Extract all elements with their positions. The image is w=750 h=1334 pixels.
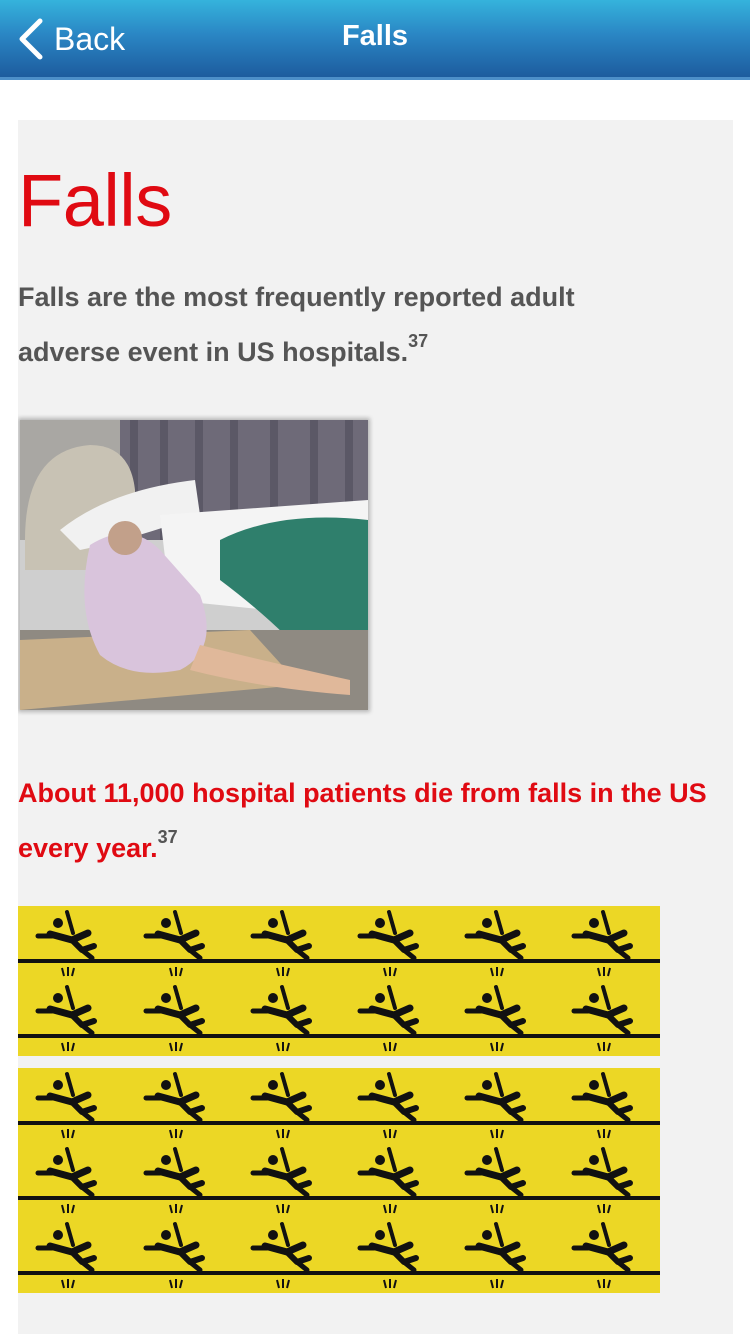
falling-person-icon (568, 1218, 638, 1293)
falling-person-icon (247, 1143, 317, 1218)
falling-person-icon (32, 1143, 102, 1218)
falling-person-icon (461, 1068, 531, 1143)
caution-tape-row (18, 1068, 660, 1143)
falling-person-icon (247, 1068, 317, 1143)
falling-person-icon (568, 1143, 638, 1218)
caution-tape-line (18, 1196, 660, 1200)
statistic-text: About 11,000 hospital patients die from … (18, 778, 707, 863)
falling-person-icon (354, 1068, 424, 1143)
falling-person-icon (461, 1218, 531, 1293)
falling-person-icon (568, 1068, 638, 1143)
falling-person-icon (247, 981, 317, 1056)
falling-person-icon (354, 981, 424, 1056)
falling-person-icon (32, 1068, 102, 1143)
falling-person-icon (247, 906, 317, 981)
falling-person-icon (140, 1143, 210, 1218)
falling-person-icon (32, 1218, 102, 1293)
falling-person-icon (32, 906, 102, 981)
falling-person-icon (461, 981, 531, 1056)
intro-text: Falls are the most frequently reported a… (18, 282, 575, 367)
page-title: Falls (18, 159, 172, 242)
caution-tape-line (18, 1121, 660, 1125)
caution-tape-row (18, 1143, 660, 1218)
falling-person-icon (140, 1068, 210, 1143)
falling-person-icon (354, 1143, 424, 1218)
caution-tape-line (18, 959, 660, 963)
caution-tape-row (18, 1218, 660, 1293)
caution-tape-line (18, 1034, 660, 1038)
statistic-paragraph: About 11,000 hospital patients die from … (18, 766, 728, 876)
caution-tape-line (18, 1271, 660, 1275)
article-content: Falls Falls are the most frequently repo… (18, 120, 733, 1334)
navigation-bar: Back Falls (0, 0, 750, 80)
falling-person-icon (568, 906, 638, 981)
falling-person-icon (461, 906, 531, 981)
nav-title: Falls (341, 20, 409, 52)
statistic-reference: 37 (157, 827, 178, 847)
caution-tape-row (18, 906, 660, 981)
falling-person-icon (354, 1218, 424, 1293)
falling-person-icon (140, 981, 210, 1056)
intro-reference: 37 (408, 331, 429, 351)
caution-tape-row (18, 981, 660, 1056)
falling-person-icon (140, 1218, 210, 1293)
falling-person-icon (247, 1218, 317, 1293)
falling-person-icon (32, 981, 102, 1056)
caution-tape-bottom (18, 1068, 660, 1293)
caution-tape-top (18, 906, 660, 1056)
falling-person-icon (140, 906, 210, 981)
falling-person-icon (568, 981, 638, 1056)
falling-person-icon (354, 906, 424, 981)
patient-fall-photo (20, 420, 368, 710)
intro-paragraph: Falls are the most frequently reported a… (18, 270, 578, 380)
falling-person-icon (461, 1143, 531, 1218)
